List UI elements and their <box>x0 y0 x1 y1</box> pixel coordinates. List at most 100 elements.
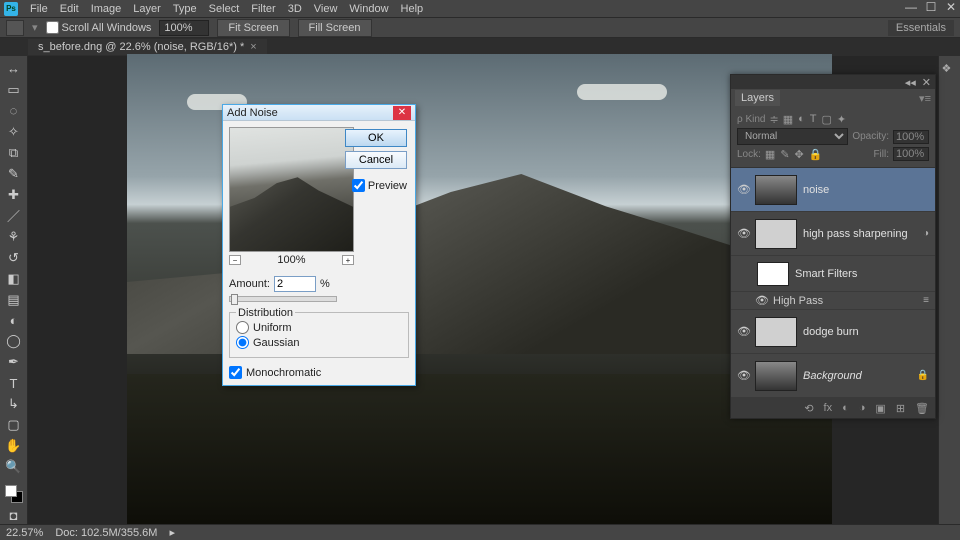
opacity-label: Opacity: <box>852 131 889 142</box>
panel-close-icon[interactable]: ✕ <box>922 76 931 89</box>
new-layer-icon[interactable]: ⊞ <box>896 402 905 415</box>
pen-tool-icon[interactable]: ✒ <box>4 353 24 371</box>
layer-fx-icon[interactable]: fx <box>824 402 833 414</box>
dialog-title: Add Noise <box>227 107 278 119</box>
add-noise-dialog: Add Noise ✕ − 100% + Amount: % Distribut… <box>222 104 416 386</box>
monochromatic-checkbox[interactable]: Monochromatic <box>229 366 409 379</box>
fill-screen-button[interactable]: Fill Screen <box>298 19 372 37</box>
filter-type-icons[interactable]: ▦◐T▢✦ <box>783 113 846 126</box>
menu-type[interactable]: Type <box>167 1 203 17</box>
layers-tab[interactable]: Layers <box>735 90 780 106</box>
window-close-icon[interactable]: ✕ <box>944 2 958 12</box>
layer-mask-icon[interactable]: ◐ <box>842 402 849 414</box>
uniform-label: Uniform <box>253 322 292 334</box>
filter-sub-row[interactable]: 👁 High Pass ≡ <box>731 292 935 310</box>
stamp-tool-icon[interactable]: ⚘ <box>4 228 24 246</box>
gradient-tool-icon[interactable]: ▤ <box>4 291 24 309</box>
blend-mode-select[interactable]: Normal <box>737 128 848 145</box>
dialog-close-icon[interactable]: ✕ <box>393 106 411 120</box>
layer-list: 👁 noise 👁 high pass sharpening ◑ Smart F… <box>731 168 935 398</box>
dialog-preview-thumbnail[interactable] <box>229 127 354 252</box>
crop-tool-icon[interactable]: ⧉ <box>4 144 24 162</box>
dodge-tool-icon[interactable]: ◯ <box>4 332 24 350</box>
visibility-icon[interactable]: 👁 <box>755 294 767 307</box>
layer-row[interactable]: Smart Filters <box>731 256 935 292</box>
panel-icon[interactable]: ❖ <box>942 62 958 78</box>
document-tab-title: s_before.dng @ 22.6% (noise, RGB/16*) * <box>38 41 244 53</box>
status-docinfo[interactable]: Doc: 102.5M/355.6M <box>55 527 157 539</box>
blur-tool-icon[interactable]: ◐ <box>4 311 24 329</box>
window-minimize-icon[interactable]: — <box>904 2 918 12</box>
menu-filter[interactable]: Filter <box>245 1 281 17</box>
hand-tool-icon[interactable]: ✋ <box>4 437 24 455</box>
amount-slider[interactable] <box>229 296 337 302</box>
zoom-in-button[interactable]: + <box>342 255 354 265</box>
preview-label: Preview <box>368 180 407 192</box>
lock-icons[interactable]: ▦✎✥🔒 <box>765 148 823 161</box>
menu-help[interactable]: Help <box>395 1 430 17</box>
hand-tool-icon[interactable] <box>6 20 24 36</box>
menu-edit[interactable]: Edit <box>54 1 85 17</box>
move-tool-icon[interactable]: ↔ <box>4 60 24 78</box>
dialog-titlebar[interactable]: Add Noise ✕ <box>223 105 415 121</box>
cancel-button[interactable]: Cancel <box>345 151 407 169</box>
link-layers-icon[interactable]: ⟲ <box>804 402 813 415</box>
close-tab-icon[interactable]: × <box>250 41 256 53</box>
new-fill-icon[interactable]: ◑ <box>859 402 866 414</box>
panel-menu-icon[interactable]: ▾≡ <box>919 92 931 105</box>
zoom-field[interactable] <box>159 20 209 36</box>
path-tool-icon[interactable]: ↳ <box>4 395 24 413</box>
layer-row[interactable]: 👁 dodge burn <box>731 310 935 354</box>
window-maximize-icon[interactable]: ☐ <box>924 2 938 12</box>
eyedropper-tool-icon[interactable]: ✎ <box>4 165 24 183</box>
delete-layer-icon[interactable]: 🗑 <box>915 402 929 415</box>
visibility-icon[interactable]: 👁 <box>737 325 749 338</box>
menu-window[interactable]: Window <box>343 1 394 17</box>
layer-thumbnail <box>755 317 797 347</box>
menu-layer[interactable]: Layer <box>127 1 167 17</box>
lasso-tool-icon[interactable]: ◌ <box>4 102 24 120</box>
gaussian-radio[interactable]: Gaussian <box>236 336 402 349</box>
layer-row[interactable]: 👁 Background 🔒 <box>731 354 935 398</box>
heal-tool-icon[interactable]: ✚ <box>4 186 24 204</box>
menu-3d[interactable]: 3D <box>282 1 308 17</box>
visibility-icon[interactable]: 👁 <box>737 227 749 240</box>
layer-name: high pass sharpening <box>803 228 908 240</box>
menu-select[interactable]: Select <box>203 1 246 17</box>
zoom-out-button[interactable]: − <box>229 255 241 265</box>
marquee-tool-icon[interactable]: ▭ <box>4 81 24 99</box>
type-tool-icon[interactable]: T <box>4 374 24 392</box>
history-brush-tool-icon[interactable]: ↺ <box>4 249 24 267</box>
eraser-tool-icon[interactable]: ◧ <box>4 270 24 288</box>
layer-row[interactable]: 👁 noise <box>731 168 935 212</box>
status-chevron-icon[interactable]: ▸ <box>169 526 175 539</box>
status-zoom[interactable]: 22.57% <box>6 527 43 539</box>
panel-collapse-icon[interactable]: ◂◂ <box>905 76 916 89</box>
visibility-icon[interactable]: 👁 <box>737 183 749 196</box>
wand-tool-icon[interactable]: ✧ <box>4 123 24 141</box>
amount-input[interactable] <box>274 276 316 292</box>
layer-row[interactable]: 👁 high pass sharpening ◑ <box>731 212 935 256</box>
color-swatch[interactable] <box>5 485 23 503</box>
ok-button[interactable]: OK <box>345 129 407 147</box>
shape-tool-icon[interactable]: ▢ <box>4 416 24 434</box>
uniform-radio[interactable]: Uniform <box>236 321 402 334</box>
zoom-tool-icon[interactable]: 🔍 <box>4 458 24 476</box>
distribution-legend: Distribution <box>236 307 295 319</box>
workspace-switcher[interactable]: Essentials <box>888 20 954 36</box>
scroll-all-windows-checkbox[interactable]: Scroll All Windows <box>46 21 152 34</box>
preview-checkbox[interactable]: Preview <box>352 179 407 192</box>
filter-settings-icon[interactable]: ≡ <box>923 295 929 306</box>
document-tab[interactable]: s_before.dng @ 22.6% (noise, RGB/16*) * … <box>28 39 267 55</box>
menu-view[interactable]: View <box>308 1 344 17</box>
visibility-icon[interactable]: 👁 <box>737 369 749 382</box>
menu-file[interactable]: File <box>24 1 54 17</box>
fit-screen-button[interactable]: Fit Screen <box>217 19 289 37</box>
opacity-field[interactable] <box>893 130 929 144</box>
brush-tool-icon[interactable]: ／ <box>4 207 24 225</box>
new-group-icon[interactable]: ▣ <box>875 402 885 415</box>
quickmask-icon[interactable]: ◘ <box>4 506 24 524</box>
fill-field[interactable] <box>893 147 929 161</box>
lock-label: Lock: <box>737 149 761 160</box>
menu-image[interactable]: Image <box>85 1 128 17</box>
